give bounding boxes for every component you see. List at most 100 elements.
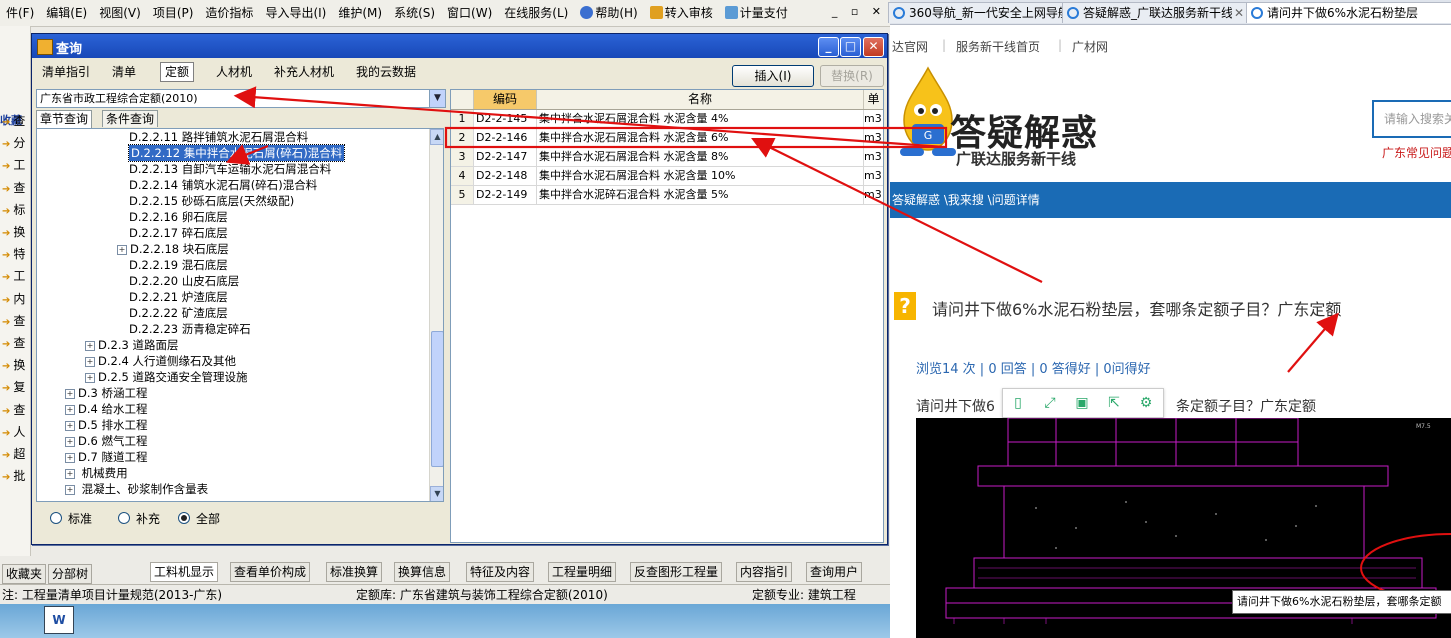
mdi-window-controls[interactable]: _ ▫ ✕ (832, 5, 886, 18)
tree-node[interactable]: D.2.2.21 炉渣底层 (129, 289, 228, 305)
expand-plus-icon[interactable]: + (65, 421, 75, 431)
strip-item[interactable]: ➔ 工 (2, 156, 30, 176)
strip-item[interactable]: ➔ 复 (2, 378, 30, 398)
tab-supplement-lmm[interactable]: 补充人材机 (270, 63, 338, 81)
replace-button[interactable]: 替换(R) (820, 65, 884, 87)
strip-item[interactable]: ➔ 标 (2, 201, 30, 221)
strip-item[interactable]: ➔ 超 (2, 445, 30, 465)
grid-header-unit[interactable]: 单 (864, 90, 883, 109)
expand-plus-icon[interactable]: + (65, 469, 75, 479)
tree-node[interactable]: + D.2.3 道路面层 (85, 337, 178, 353)
fullscreen-icon[interactable]: ⤢ (1041, 394, 1059, 412)
table-row[interactable]: 1 D2-2-145 集中拌合水泥石屑混合料 水泥含量 4% m3 (451, 110, 883, 129)
expand-plus-icon[interactable]: + (117, 245, 127, 255)
tree-node[interactable]: + 混凝土、砂浆制作含量表 (65, 481, 208, 497)
expand-plus-icon[interactable]: + (85, 357, 95, 367)
tree-node[interactable]: D.2.2.11 路拌铺筑水泥石屑混合料 (129, 129, 308, 145)
site-search-input[interactable]: 请输入搜索关 (1372, 100, 1451, 138)
menu-edit[interactable]: 编辑(E) (40, 0, 93, 26)
menu-view[interactable]: 视图(V) (93, 0, 147, 26)
radio-circle-icon[interactable] (178, 512, 190, 524)
strip-item[interactable]: ➔ 工 (2, 267, 30, 287)
tab-condition-query[interactable]: 条件查询 (102, 110, 159, 127)
chevron-down-icon[interactable]: ▼ (429, 90, 445, 107)
strip-item[interactable]: ➔ 内 (2, 290, 30, 310)
tab-chapter-query[interactable]: 章节查询 (36, 110, 93, 128)
tree-node[interactable]: + D.3 桥涵工程 (65, 385, 147, 401)
insert-button[interactable]: 插入(I) (732, 65, 814, 87)
tree-node[interactable]: D.2.2.19 混石底层 (129, 257, 228, 273)
menu-system[interactable]: 系统(S) (388, 0, 441, 26)
close-icon[interactable]: ✕ (1231, 3, 1244, 23)
grid-header-name[interactable]: 名称 (537, 90, 864, 109)
tab-list[interactable]: 清单 (108, 63, 140, 81)
tree-node[interactable]: D.2.2.16 卵石底层 (129, 209, 228, 225)
strip-item[interactable]: ➔ 特 (2, 245, 30, 265)
expand-plus-icon[interactable]: + (65, 485, 75, 495)
menu-file[interactable]: 件(F) (0, 0, 40, 26)
expand-plus-icon[interactable]: + (85, 373, 95, 383)
bottom-tab-right[interactable]: 查询用户 (806, 562, 863, 582)
strip-item[interactable]: ➔ 换 (2, 223, 30, 243)
search-hint-link[interactable]: 广东常见问题 (1382, 144, 1451, 161)
menu-project[interactable]: 项目(P) (147, 0, 200, 26)
measure-pay-button[interactable]: 计量支付 (719, 0, 794, 26)
tree-node[interactable]: D.2.2.20 山皮石底层 (129, 273, 239, 289)
tree-node[interactable]: D.2.2.22 矿渣底层 (129, 305, 228, 321)
bottom-tab-right[interactable]: 反查图形工程量 (630, 562, 723, 582)
nav-material-site[interactable]: 广材网 (1072, 38, 1108, 55)
table-row[interactable]: 2 D2-2-146 集中拌合水泥石屑混合料 水泥含量 6% m3 (451, 129, 883, 148)
copy-icon[interactable]: ▯ (1009, 394, 1027, 412)
expand-plus-icon[interactable]: + (65, 453, 75, 463)
expand-plus-icon[interactable]: + (65, 405, 75, 415)
strip-item[interactable]: ➔ 查 (2, 112, 30, 132)
tree-node-selected[interactable]: D.2.2.12 集中拌合水泥石屑(碎石)混合料 (127, 144, 346, 162)
tree-scrollbar[interactable]: ▲ ▼ (429, 129, 443, 501)
bottom-tab-right[interactable]: 工程量明细 (548, 562, 617, 582)
nav-official-site[interactable]: 达官网 (892, 38, 928, 55)
filter-radio[interactable]: 补充 (118, 510, 160, 527)
tree-node[interactable]: D.2.2.14 铺筑水泥石屑(碎石)混合料 (129, 177, 317, 193)
strip-item[interactable]: ➔ 分 (2, 134, 30, 154)
bottom-tab-right[interactable]: 标准换算 (326, 562, 383, 582)
expand-plus-icon[interactable]: + (65, 437, 75, 447)
tab-my-cloud-data[interactable]: 我的云数据 (352, 63, 420, 81)
expand-plus-icon[interactable]: + (65, 389, 75, 399)
radio-circle-icon[interactable] (118, 512, 130, 524)
strip-item[interactable]: ➔ 查 (2, 179, 30, 199)
nav-service-home[interactable]: 服务新干线首页 (956, 38, 1040, 55)
transfer-review-button[interactable]: 转入审核 (644, 0, 719, 26)
menu-help[interactable]: 帮助(H) (574, 0, 643, 26)
tree-node[interactable]: + D.2.5 道路交通安全管理设施 (85, 369, 247, 385)
quota-library-select[interactable]: 广东省市政工程综合定额(2010) ▼ (36, 89, 446, 108)
menu-import-export[interactable]: 导入导出(I) (259, 0, 332, 26)
bottom-tab-right[interactable]: 换算信息 (394, 562, 451, 582)
tree-node[interactable]: + 机械费用 (65, 465, 128, 481)
scroll-down-icon[interactable]: ▼ (430, 486, 443, 501)
maximize-button[interactable]: □ (840, 37, 861, 57)
strip-item[interactable]: ➔ 查 (2, 401, 30, 421)
tree-node[interactable]: + D.7 隧道工程 (65, 449, 147, 465)
menu-cost-index[interactable]: 造价指标 (199, 0, 259, 26)
tree-node[interactable]: D.2.2.13 自卸汽车运输水泥石屑混合料 (129, 161, 331, 177)
table-row[interactable]: 5 D2-2-149 集中拌合水泥碎石混合料 水泥含量 5% m3 (451, 186, 883, 205)
bottom-tab-right[interactable]: 查看单价构成 (230, 562, 311, 582)
strip-item[interactable]: ➔ 人 (2, 423, 30, 443)
share-icon[interactable]: ⇱ (1105, 394, 1123, 412)
browser-tab-360[interactable]: 360导航_新一代安全上网导航 (888, 2, 1064, 23)
scroll-up-icon[interactable]: ▲ (430, 129, 443, 145)
gear-icon[interactable]: ⚙ (1137, 394, 1155, 412)
filter-radio[interactable]: 全部 (178, 510, 220, 527)
tree-node[interactable]: + D.6 燃气工程 (65, 433, 147, 449)
menu-maintain[interactable]: 维护(M) (332, 0, 388, 26)
strip-item[interactable]: ➔ 批 (2, 467, 30, 487)
tree-node[interactable]: + D.2.4 人行道侧缘石及其他 (85, 353, 236, 369)
minimize-button[interactable]: _ (818, 37, 839, 57)
table-row[interactable]: 4 D2-2-148 集中拌合水泥石屑混合料 水泥含量 10% m3 (451, 167, 883, 186)
tree-node[interactable]: + D.4 给水工程 (65, 401, 147, 417)
word-desktop-icon[interactable]: W (44, 606, 74, 634)
scroll-thumb[interactable] (431, 331, 443, 467)
close-button[interactable]: ✕ (863, 37, 884, 57)
tree-node[interactable]: D.2.2.23 沥青稳定碎石 (129, 321, 251, 337)
tree-node[interactable]: + D.5 排水工程 (65, 417, 147, 433)
